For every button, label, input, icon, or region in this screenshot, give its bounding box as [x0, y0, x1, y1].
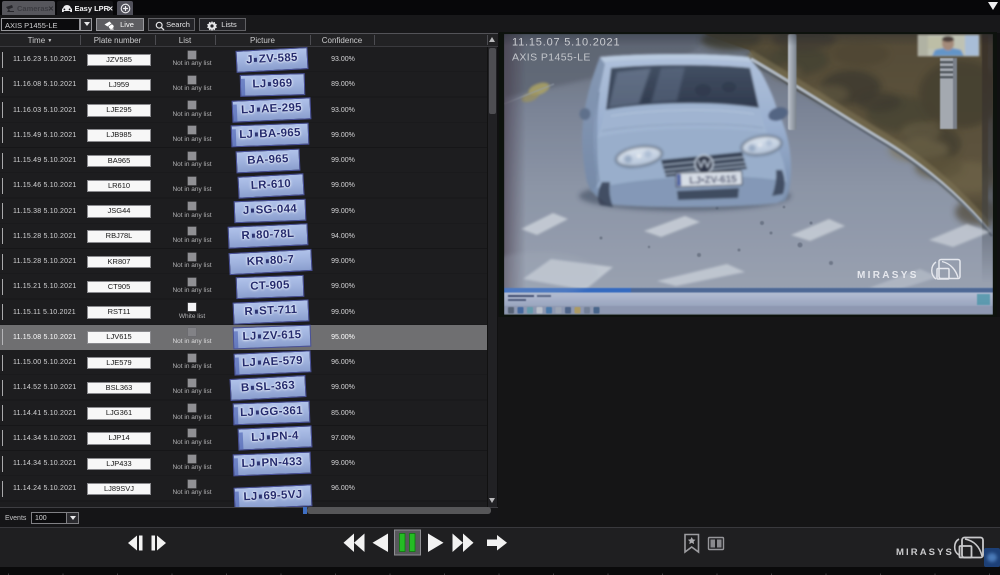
svg-text:MIRASYS: MIRASYS: [857, 270, 919, 281]
svg-text:11.15.07 5.10.2021: 11.15.07 5.10.2021: [512, 37, 620, 49]
svg-text:AXIS P1455-LE: AXIS P1455-LE: [512, 52, 591, 64]
